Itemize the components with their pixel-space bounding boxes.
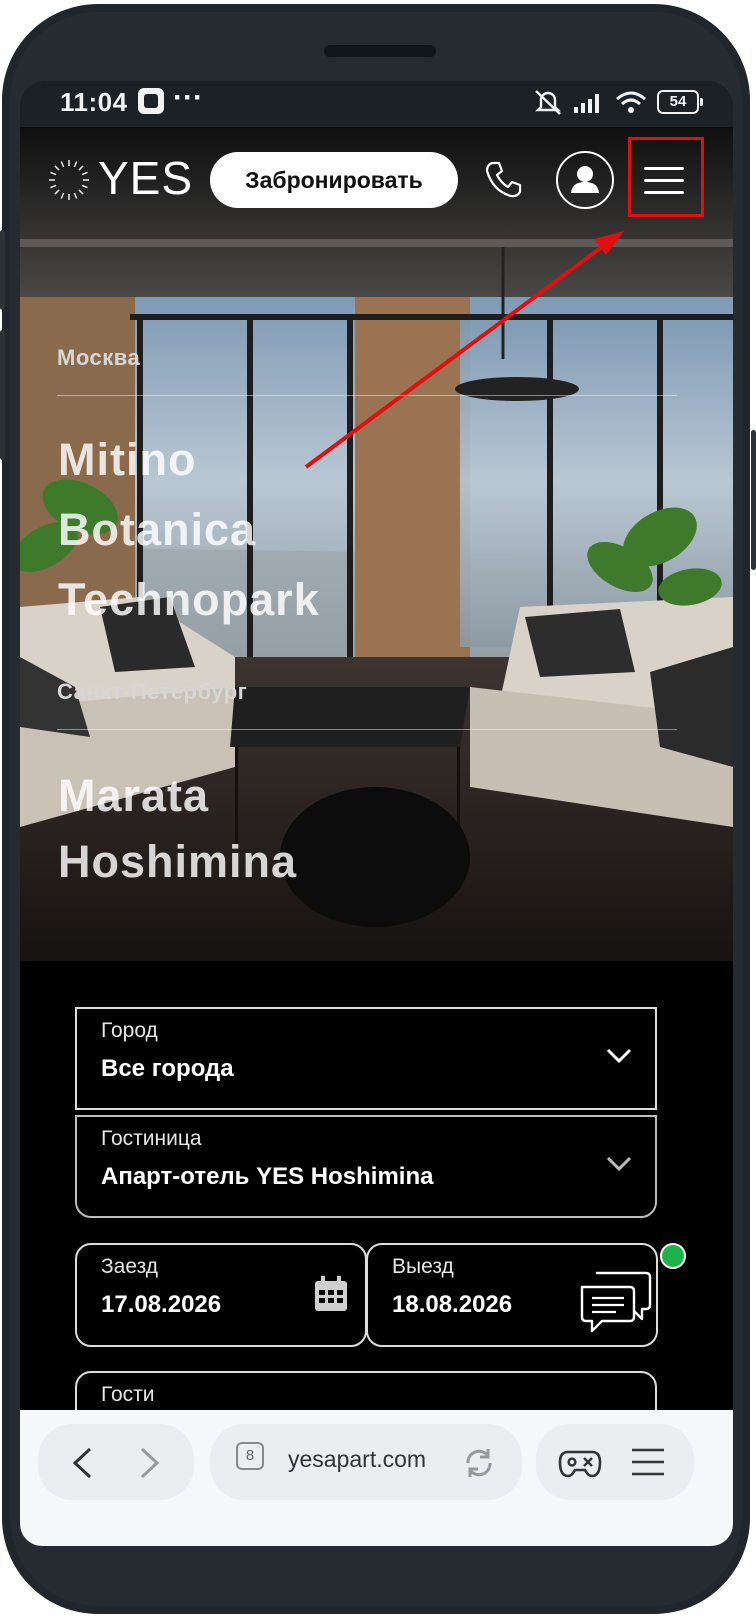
more-notifications-icon: ···	[173, 81, 203, 114]
status-icons: 54	[533, 87, 703, 117]
book-button[interactable]: Забронировать	[210, 152, 458, 208]
checkout-label: Выезд	[392, 1255, 454, 1278]
earpiece-speaker	[324, 45, 436, 57]
divider	[57, 729, 677, 730]
hotel-link-mitino[interactable]: Mitino	[58, 433, 196, 487]
tab-count-icon[interactable]: 8	[236, 1442, 264, 1470]
city-saint-petersburg: Санкт-Петербург	[57, 679, 248, 704]
annotation-highlight-box	[628, 137, 704, 217]
back-icon[interactable]	[70, 1446, 94, 1480]
phone-icon[interactable]	[484, 159, 524, 199]
city-select-label: Город	[101, 1019, 158, 1042]
address-bar[interactable]: 8 yesapart.com	[210, 1424, 522, 1500]
browser-toolbar: 8 yesapart.com	[20, 1410, 733, 1546]
city-select[interactable]: Город Все города	[75, 1007, 657, 1110]
navigation-controls	[38, 1424, 194, 1500]
logo-sun-icon	[49, 160, 89, 200]
hotel-link-technopark[interactable]: Technopark	[58, 573, 320, 627]
side-button-left-2	[0, 330, 5, 460]
hotel-select[interactable]: Гостиница Апарт-отель YES Hoshimina	[75, 1115, 657, 1218]
site-header: YES Забронировать	[20, 127, 733, 247]
extra-controls	[536, 1424, 694, 1500]
status-time: 11:04	[60, 87, 128, 117]
status-bar: 11:04 ··· 54	[20, 81, 733, 127]
chevron-down-icon	[606, 1156, 632, 1172]
side-button-right	[751, 430, 756, 570]
hotel-select-label: Гостиница	[101, 1127, 202, 1150]
chevron-down-icon	[606, 1048, 632, 1064]
app-notification-icon	[138, 88, 164, 114]
chat-icon[interactable]	[576, 1265, 656, 1337]
logo-text[interactable]: YES	[98, 151, 193, 205]
screen: 11:04 ··· 54 YES Забронировать Москва Mi…	[20, 81, 733, 1546]
city-moscow: Москва	[57, 345, 141, 370]
browser-menu-icon[interactable]	[630, 1446, 666, 1478]
divider	[57, 395, 677, 396]
gamepad-icon[interactable]	[558, 1444, 602, 1482]
mute-icon	[535, 90, 561, 115]
checkin-date-field[interactable]: Заезд 17.08.2026	[75, 1243, 367, 1347]
hotel-link-marata[interactable]: Marata	[58, 769, 209, 823]
hero-section: YES Забронировать Москва Mitino Botanica…	[20, 127, 733, 961]
hotel-link-hoshimina[interactable]: Hoshimina	[58, 835, 297, 889]
side-button-left	[0, 230, 5, 310]
reload-icon[interactable]	[462, 1446, 496, 1480]
url-text[interactable]: yesapart.com	[288, 1446, 426, 1473]
online-status-dot	[660, 1243, 686, 1269]
signal-icon	[574, 94, 599, 113]
checkout-value: 18.08.2026	[392, 1291, 513, 1318]
checkin-value: 17.08.2026	[101, 1291, 222, 1318]
account-button[interactable]	[556, 151, 614, 209]
user-icon	[571, 166, 599, 193]
hotel-select-value: Апарт-отель YES Hoshimina	[101, 1163, 434, 1190]
calendar-icon[interactable]	[313, 1275, 349, 1313]
guests-label: Гости	[101, 1383, 155, 1406]
checkin-label: Заезд	[101, 1255, 159, 1278]
city-select-value: Все города	[101, 1055, 234, 1082]
battery-icon: 54	[657, 90, 703, 114]
forward-icon[interactable]	[138, 1446, 162, 1480]
wifi-icon	[616, 91, 646, 113]
hotel-link-botanica[interactable]: Botanica	[58, 503, 256, 557]
